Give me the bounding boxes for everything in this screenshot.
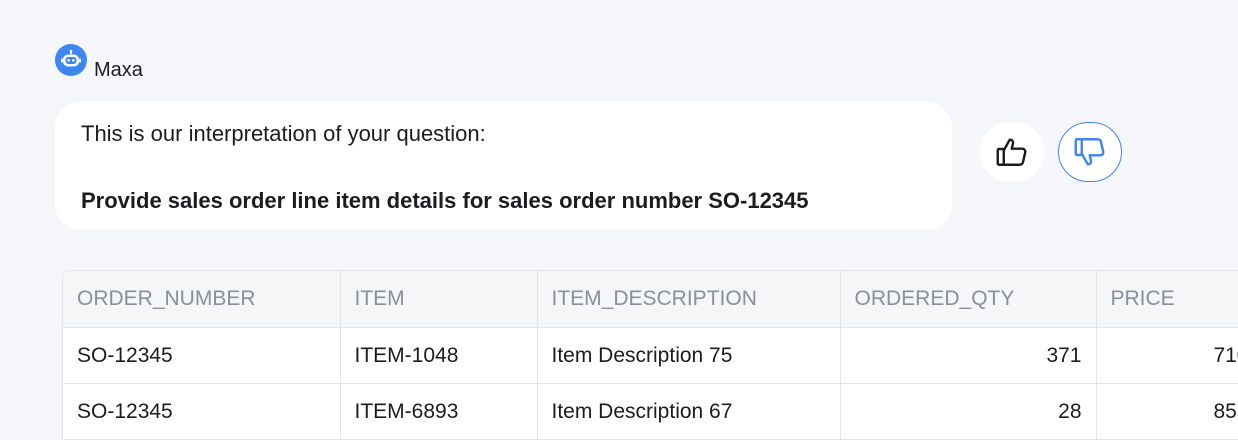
column-header-item[interactable]: ITEM	[340, 271, 538, 328]
cell-ordered-qty: 28	[840, 383, 1097, 440]
column-header-ordered-qty[interactable]: ORDERED_QTY	[840, 271, 1097, 328]
message-bubble: This is our interpretation of your quest…	[55, 102, 952, 230]
bot-name: Maxa	[94, 58, 143, 81]
column-header-price[interactable]: PRICE	[1096, 271, 1238, 328]
cell-price: 855	[1096, 383, 1238, 440]
column-header-order-number[interactable]: ORDER_NUMBER	[63, 271, 341, 328]
table-row: SO-12345 ITEM-6893 Item Description 67 2…	[63, 383, 1238, 440]
bot-header: Maxa	[55, 44, 143, 86]
cell-item: ITEM-6893	[340, 383, 538, 440]
thumbs-down-button[interactable]	[1058, 122, 1122, 182]
results-table: ORDER_NUMBER ITEM ITEM_DESCRIPTION ORDER…	[62, 270, 1238, 440]
thumbs-up-icon	[996, 138, 1027, 166]
robot-icon	[55, 44, 87, 76]
cell-price: 710	[1096, 327, 1238, 384]
cell-item: ITEM-1048	[340, 327, 538, 384]
cell-order-number: SO-12345	[63, 327, 341, 384]
chat-page: Maxa This is our interpretation of your …	[0, 0, 1238, 440]
interpreted-query: Provide sales order line item details fo…	[81, 188, 809, 213]
cell-item-description: Item Description 67	[537, 383, 841, 440]
column-header-item-description[interactable]: ITEM_DESCRIPTION	[537, 271, 841, 328]
cell-order-number: SO-12345	[63, 383, 341, 440]
message-intro: This is our interpretation of your quest…	[81, 121, 486, 146]
thumbs-up-button[interactable]	[980, 122, 1044, 182]
cell-ordered-qty: 371	[840, 327, 1097, 384]
cell-item-description: Item Description 75	[537, 327, 841, 384]
thumbs-down-icon	[1074, 138, 1105, 166]
table-header-row: ORDER_NUMBER ITEM ITEM_DESCRIPTION ORDER…	[63, 271, 1238, 328]
table-row: SO-12345 ITEM-1048 Item Description 75 3…	[63, 327, 1238, 384]
